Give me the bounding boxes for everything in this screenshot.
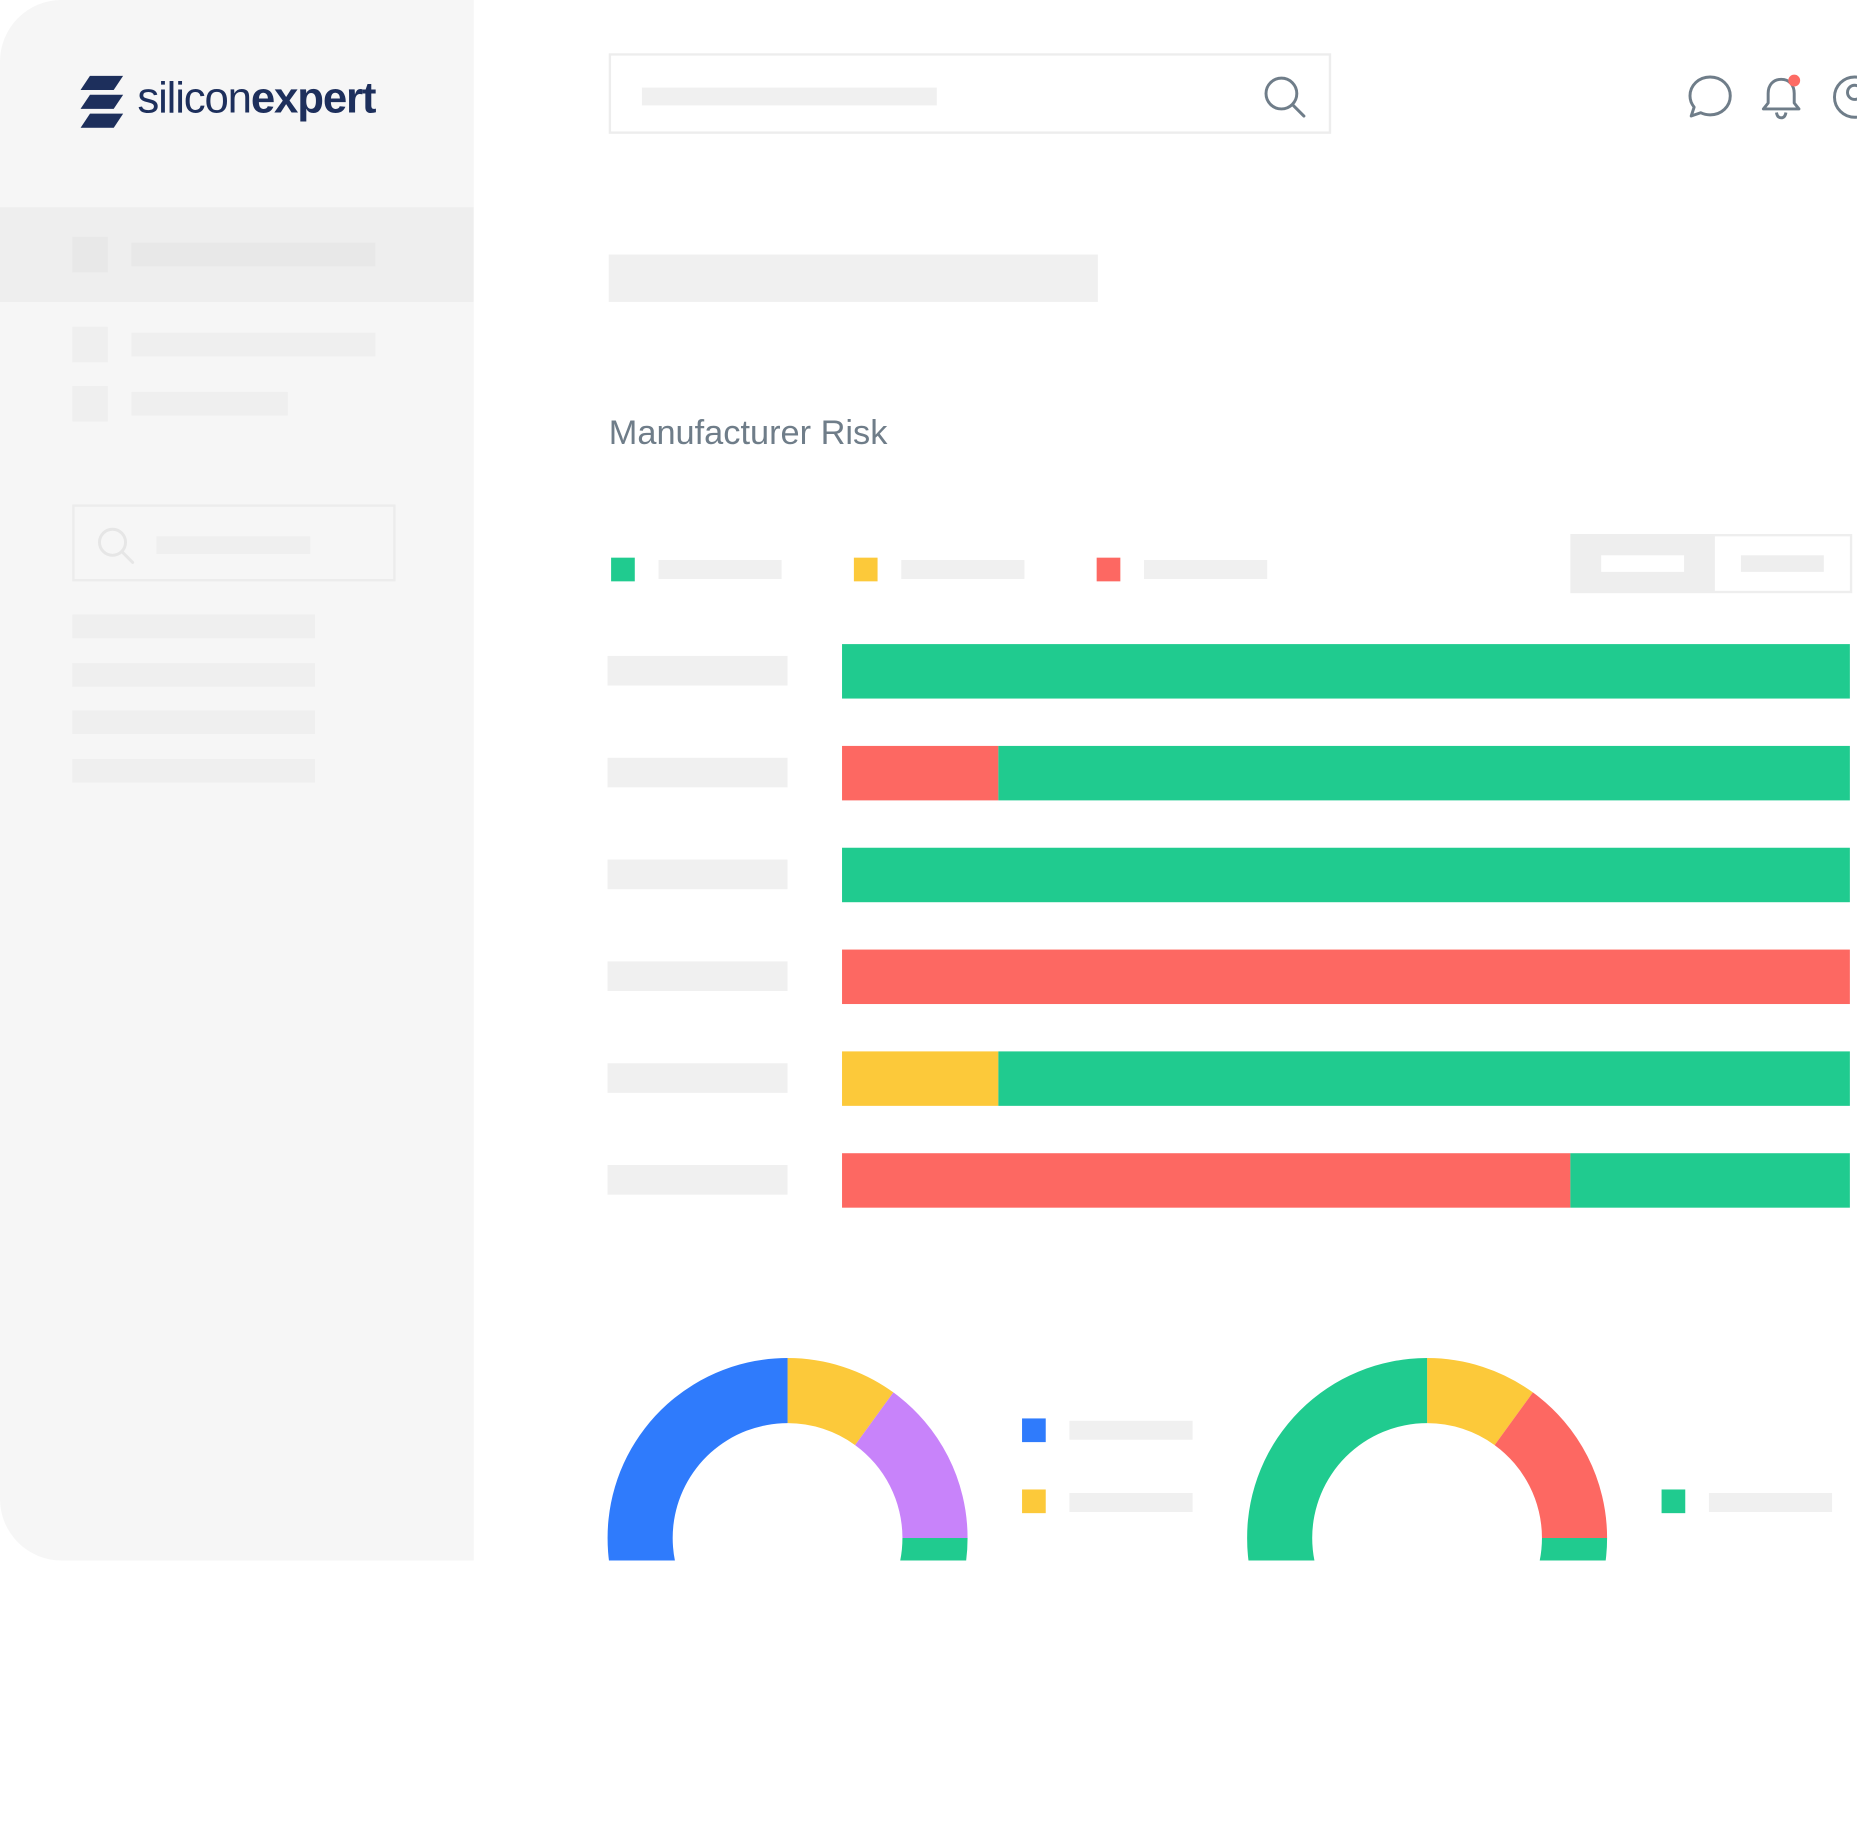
bar-segment[interactable] [1570,1153,1850,1208]
donut-chart-1 [607,1358,968,1561]
toggle-option-right[interactable] [1714,536,1850,591]
donut-chart-2 [1247,1358,1608,1561]
search-icon [98,527,135,564]
legend-label [1069,1493,1193,1512]
bar-row-label [607,961,788,992]
legend-label [1069,1420,1193,1440]
sidebar-item-icon [72,326,108,363]
sidebar-item-icon [72,385,108,422]
bell-icon[interactable] [1760,71,1807,121]
chat-icon[interactable] [1686,73,1733,120]
donut-slice[interactable] [897,1538,968,1561]
search-icon[interactable] [1262,75,1307,120]
legend-label [658,560,782,579]
sidebar-list-item[interactable] [72,758,316,783]
logo-mark-icon [80,75,124,128]
legend-swatch-yellow [853,557,878,582]
section-title: Manufacturer Risk [608,414,888,453]
bar-segment[interactable] [842,1051,999,1106]
toggle-option-label [1740,555,1824,572]
sidebar-item-label[interactable] [131,391,288,416]
bar-segment[interactable] [998,745,1850,801]
legend-label [1708,1493,1833,1512]
sidebar-item-label [131,242,376,267]
search-placeholder [641,87,937,106]
toggle-option-left[interactable] [1601,555,1685,572]
bar-segment[interactable] [842,745,999,801]
user-icon[interactable] [1831,73,1857,120]
bar-row-label [607,757,788,788]
sidebar [0,0,474,1561]
sidebar-list-item[interactable] [72,663,316,687]
bar-row-label [607,655,788,686]
bar-segment[interactable] [842,1153,1571,1208]
sidebar-item-icon [72,236,108,273]
bar-row-label [607,859,788,890]
legend-label [901,560,1025,579]
sidebar-list-item[interactable] [72,710,316,735]
bar-segment[interactable] [842,847,1850,903]
search-input[interactable] [608,53,1332,134]
notification-dot [1788,74,1801,87]
bar-row-label [607,1165,788,1195]
logo-text-light: silicon [137,73,252,122]
sidebar-list-item[interactable] [72,614,316,639]
page-title [608,254,1098,302]
bar-row-label [607,1063,788,1093]
sidebar-search-input[interactable] [72,504,396,582]
search-placeholder [156,536,311,555]
donut2-legend-swatch-green [1661,1489,1686,1514]
bar-segment[interactable] [842,644,1850,699]
logo-text: siliconexpert [137,73,377,123]
legend-swatch-red [1096,557,1121,582]
logo-text-bold: expert [250,73,377,122]
sidebar-item-label[interactable] [131,332,376,357]
legend-swatch-green [611,557,635,582]
donut1-legend-swatch-yellow [1022,1489,1046,1514]
bar-segment[interactable] [842,949,1850,1005]
view-toggle[interactable] [1570,533,1853,594]
donut1-legend-swatch-blue [1022,1418,1046,1443]
bar-segment[interactable] [998,1051,1850,1106]
legend-label [1144,560,1268,579]
